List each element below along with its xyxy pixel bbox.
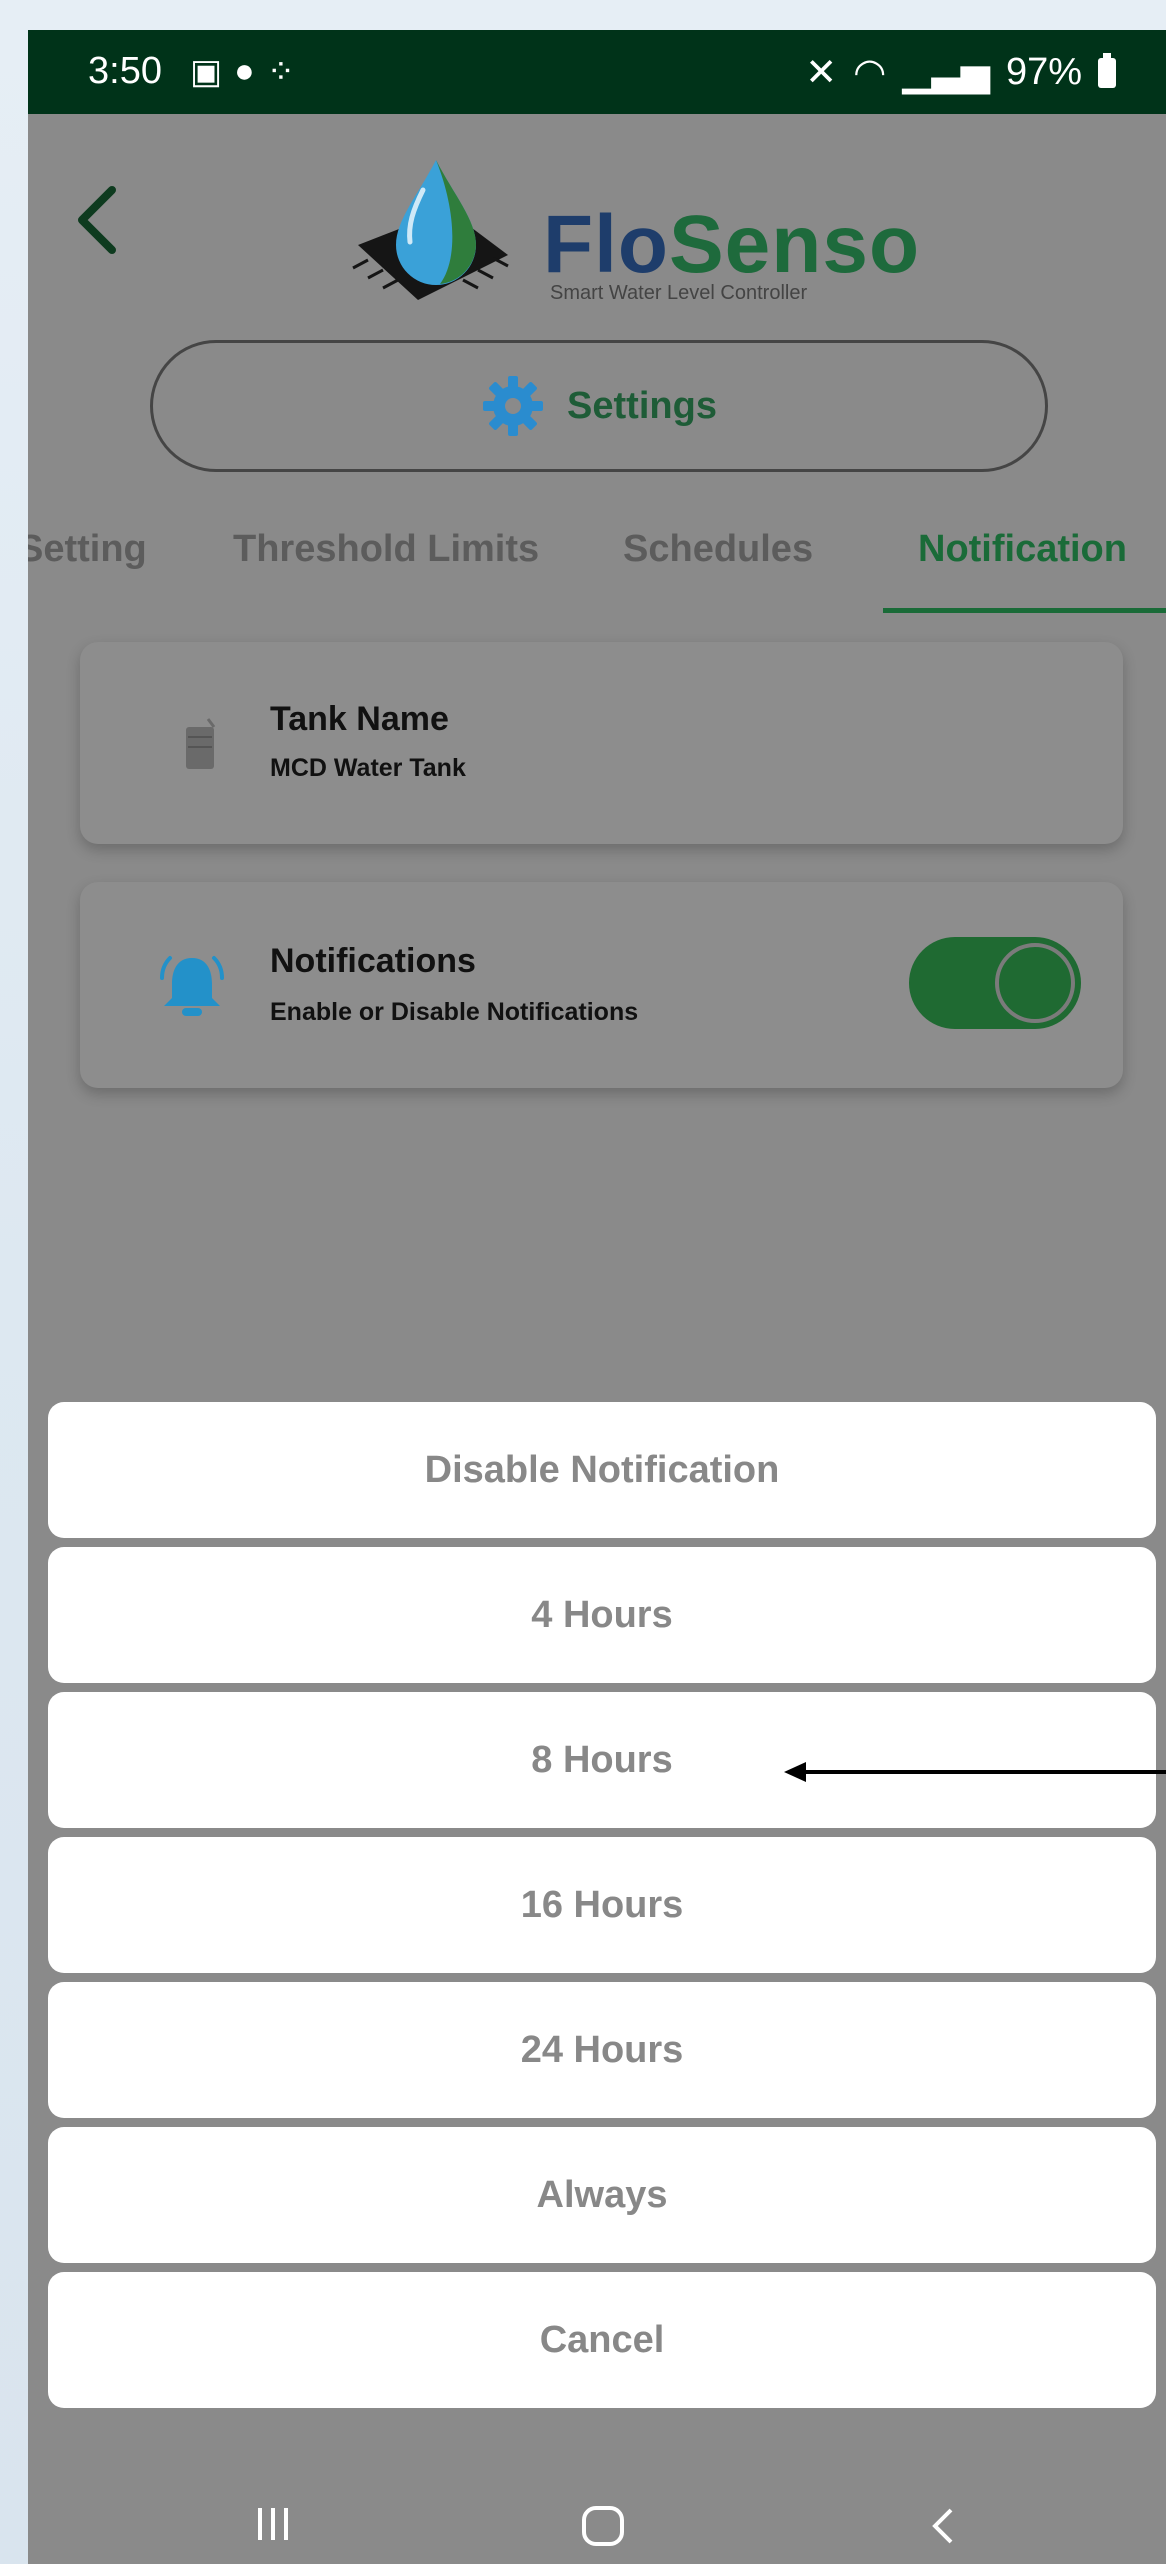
option-24-hours[interactable]: 24 Hours (48, 1982, 1156, 2118)
tank-name-label: Tank Name (270, 700, 449, 738)
system-back-icon[interactable] (923, 2504, 963, 2548)
app-tagline: Smart Water Level Controller (550, 282, 808, 304)
dots-icon: ⁘ (266, 53, 296, 91)
tab-schedules[interactable]: Schedules (623, 528, 813, 571)
tab-notification[interactable]: Notification (918, 528, 1127, 571)
notifications-card: Notifications Enable or Disable Notifica… (80, 882, 1123, 1088)
cancel-button[interactable]: Cancel (48, 2272, 1156, 2408)
battery-icon (1098, 52, 1116, 88)
bell-icon (160, 956, 224, 1016)
active-tab-indicator (883, 608, 1166, 613)
app-name-part1: Flo (543, 199, 669, 290)
option-4-hours[interactable]: 4 Hours (48, 1547, 1156, 1683)
gear-icon (483, 376, 544, 436)
phone-screen: 3:50 ▣ ● ⁘ ✕ ◠ ▁▃▅ 97% FloSenso Smart Wa… (28, 30, 1166, 2564)
tab-threshold-limits[interactable]: Threshold Limits (233, 528, 539, 571)
mute-icon: ✕ (805, 52, 838, 94)
app-name: FloSenso (543, 198, 920, 292)
water-drop-chip-icon (352, 160, 509, 300)
tank-name-value: MCD Water Tank (270, 754, 466, 782)
page-title: Settings (567, 384, 717, 427)
system-navigation-bar (28, 2474, 1166, 2564)
status-right-icons: ✕ ◠ ▁▃▅ 97% (805, 50, 1116, 95)
recent-apps-icon[interactable] (248, 2504, 298, 2544)
home-icon[interactable] (578, 2504, 628, 2548)
battery-text: 97% (1005, 51, 1082, 93)
back-arrow-icon[interactable] (68, 180, 128, 260)
toggle-knob (995, 943, 1075, 1023)
notifications-title: Notifications (270, 942, 476, 980)
tank-name-card[interactable]: Tank Name MCD Water Tank (80, 642, 1123, 844)
app-logo: FloSenso Smart Water Level Controller (328, 150, 928, 320)
status-notification-icons: ▣ ● ⁘ (190, 52, 295, 92)
wifi-icon: ◠ (853, 52, 887, 94)
notifications-subtitle: Enable or Disable Notifications (270, 998, 639, 1026)
gallery-icon: ▣ (190, 53, 223, 91)
settings-header-pill: Settings (150, 340, 1048, 472)
option-always[interactable]: Always (48, 2127, 1156, 2263)
option-16-hours[interactable]: 16 Hours (48, 1837, 1156, 1973)
status-time: 3:50 (88, 50, 162, 92)
annotation-arrow-icon (784, 1762, 1166, 1782)
option-disable-notification[interactable]: Disable Notification (48, 1402, 1156, 1538)
notifications-toggle[interactable] (909, 937, 1081, 1029)
tab-setting[interactable]: Setting (28, 528, 147, 571)
status-bar: 3:50 ▣ ● ⁘ ✕ ◠ ▁▃▅ 97% (28, 30, 1166, 114)
app-name-part2: Senso (668, 199, 921, 290)
account-icon: ● (234, 52, 255, 90)
signal-icon: ▁▃▅ (902, 52, 990, 94)
tank-icon (186, 718, 216, 769)
